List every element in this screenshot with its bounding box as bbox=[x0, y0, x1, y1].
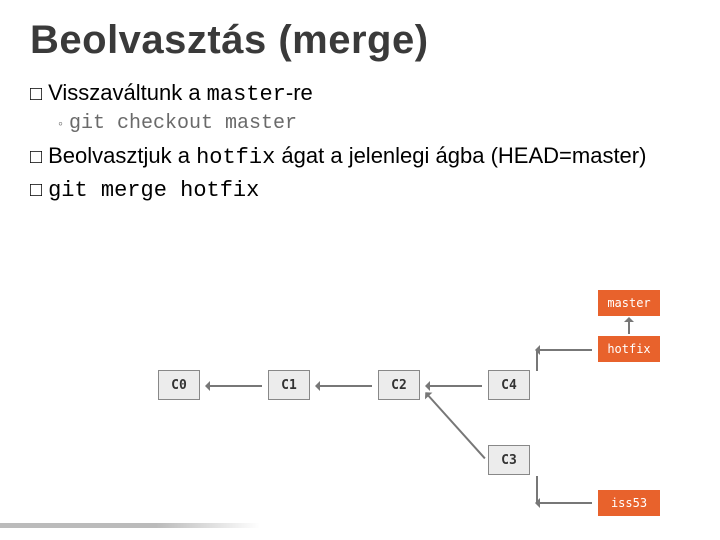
sub-bullet-1: ◦ git checkout master bbox=[58, 111, 720, 136]
branch-iss53: iss53 bbox=[598, 490, 660, 516]
git-diagram: C0 C1 C2 C4 C3 master hotfix iss53 bbox=[158, 330, 718, 540]
arrow-icon bbox=[426, 385, 482, 387]
branch-hotfix: hotfix bbox=[598, 336, 660, 362]
bullet-marker-icon: □ bbox=[30, 145, 42, 170]
bullet-marker-icon: □ bbox=[30, 178, 42, 203]
slide-body: □ Visszaváltunk a master-re ◦ git checko… bbox=[0, 63, 720, 205]
arrow-icon bbox=[628, 318, 630, 334]
bullet-1-rest: a bbox=[182, 80, 206, 105]
bullet-2-rest: ágat a jelenlegi ágba (HEAD=master) bbox=[275, 143, 646, 168]
sub-marker-icon: ◦ bbox=[58, 115, 63, 133]
bullet-3: □ git merge hotfix bbox=[30, 177, 720, 205]
bullet-2: □ Beolvasztjuk a hotfix ágat a jelenlegi… bbox=[30, 142, 720, 172]
commit-c4: C4 bbox=[488, 370, 530, 400]
bullet-1-suffix: -re bbox=[286, 80, 313, 105]
commit-c3: C3 bbox=[488, 445, 530, 475]
bullet-2-word: Beolvasztjuk bbox=[48, 143, 172, 168]
arrow-icon bbox=[536, 349, 592, 351]
bullet-2-mid: a bbox=[172, 143, 196, 168]
arrow-icon bbox=[536, 502, 592, 504]
bullet-1-code: master bbox=[207, 82, 286, 107]
sub-bullet-1-code: git checkout master bbox=[69, 111, 297, 136]
bullet-3-code: git merge hotfix bbox=[48, 177, 259, 205]
bullet-2-text: Beolvasztjuk a hotfix ágat a jelenlegi á… bbox=[48, 142, 646, 172]
bullet-1-word: Visszaváltunk bbox=[48, 80, 182, 105]
bullet-2-code: hotfix bbox=[196, 145, 275, 170]
arrow-icon bbox=[316, 385, 372, 387]
bullet-1: □ Visszaváltunk a master-re bbox=[30, 79, 720, 109]
commit-c1: C1 bbox=[268, 370, 310, 400]
slide: Beolvasztás (merge) □ Visszaváltunk a ma… bbox=[0, 0, 720, 540]
connector-line bbox=[536, 349, 538, 371]
bullet-marker-icon: □ bbox=[30, 82, 42, 107]
bullet-1-text: Visszaváltunk a master-re bbox=[48, 79, 313, 109]
commit-c2: C2 bbox=[378, 370, 420, 400]
slide-title: Beolvasztás (merge) bbox=[0, 0, 720, 63]
commit-c0: C0 bbox=[158, 370, 200, 400]
footer-decor bbox=[0, 523, 260, 528]
connector-line bbox=[536, 476, 538, 502]
arrow-icon bbox=[206, 385, 262, 387]
